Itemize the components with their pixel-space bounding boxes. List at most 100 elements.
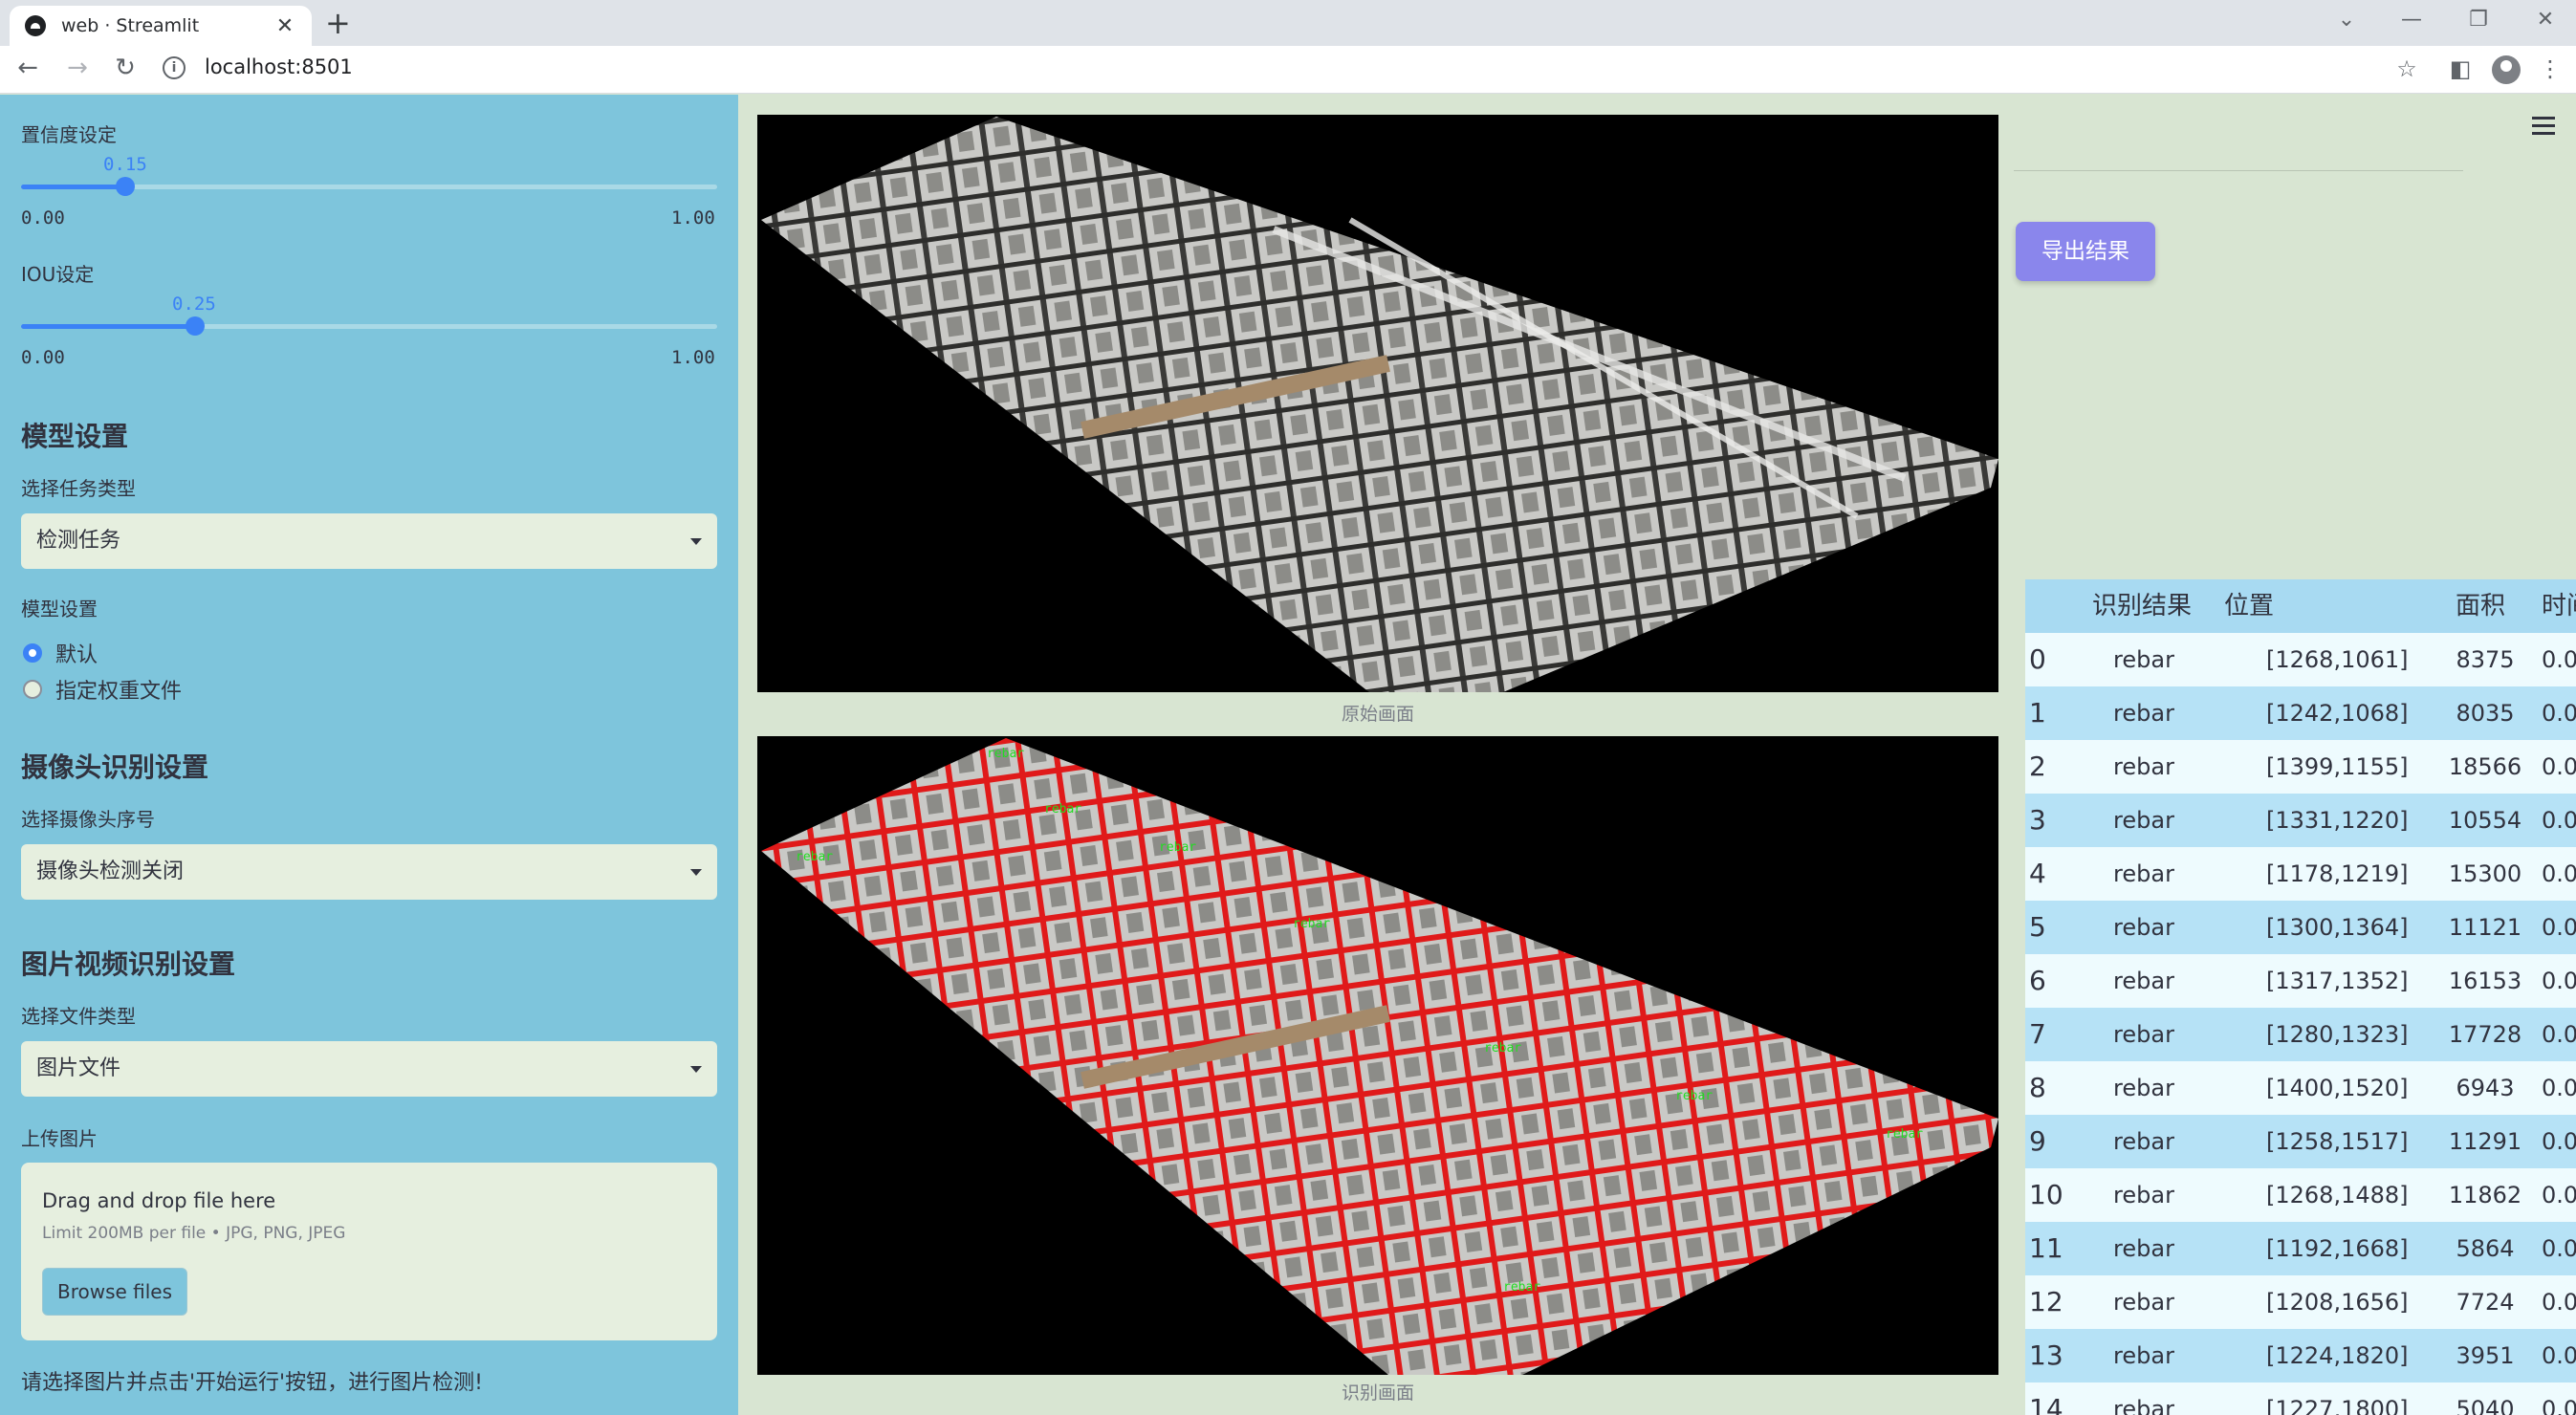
row-area: 17728 xyxy=(2448,1021,2522,1048)
minimize-icon[interactable]: — xyxy=(2392,8,2431,32)
header-index xyxy=(2025,579,2077,633)
row-result: rebar xyxy=(2113,1021,2174,1048)
iou-slider-thumb[interactable] xyxy=(186,316,205,336)
iou-slider[interactable] xyxy=(21,316,717,336)
row-time: 0.04 xyxy=(2542,700,2576,727)
detection-label: rebar xyxy=(1503,1280,1540,1295)
row-area: 5040 xyxy=(2456,1396,2515,1415)
table-row[interactable]: 8rebar[1400,1520]69430.01 xyxy=(2025,1061,2576,1115)
radio-default[interactable]: 默认 xyxy=(23,638,98,668)
row-index: 1 xyxy=(2029,697,2046,729)
row-result: rebar xyxy=(2113,753,2174,780)
new-tab-icon[interactable]: + xyxy=(325,6,351,40)
window-close-icon[interactable]: ✕ xyxy=(2526,8,2565,32)
table-row[interactable]: 9rebar[1258,1517]112910.02 xyxy=(2025,1115,2576,1168)
row-area: 15300 xyxy=(2448,860,2522,887)
table-row[interactable]: 12rebar[1208,1656]77240.01 xyxy=(2025,1275,2576,1329)
row-index: 12 xyxy=(2029,1286,2063,1317)
tab-search-chevron-icon[interactable]: ⌄ xyxy=(2327,8,2366,32)
task-type-select[interactable]: 检测任务 xyxy=(21,513,717,569)
table-row[interactable]: 13rebar[1224,1820]39510.01 xyxy=(2025,1329,2576,1382)
header-area[interactable]: 面积 xyxy=(2442,579,2528,633)
table-row[interactable]: 3rebar[1331,1220]105540.05 xyxy=(2025,794,2576,847)
row-index: 7 xyxy=(2029,1018,2046,1050)
menu-icon[interactable]: ⋮ xyxy=(2534,55,2566,82)
info-icon[interactable]: i xyxy=(163,56,186,79)
row-index: 9 xyxy=(2029,1125,2046,1157)
file-type-select[interactable]: 图片文件 xyxy=(21,1041,717,1097)
row-time: 0.02 xyxy=(2542,914,2576,941)
task-type-value: 检测任务 xyxy=(36,529,121,553)
chevron-down-icon xyxy=(690,538,702,545)
export-results-button[interactable]: 导出结果 xyxy=(2016,222,2155,281)
table-row[interactable]: 5rebar[1300,1364]111210.02 xyxy=(2025,901,2576,954)
confidence-slider[interactable] xyxy=(21,177,717,196)
row-area: 18566 xyxy=(2448,753,2522,780)
streamlit-favicon-icon xyxy=(25,15,46,36)
upload-title: Drag and drop file here xyxy=(42,1189,276,1212)
table-row[interactable]: 6rebar[1317,1352]161530.02 xyxy=(2025,954,2576,1008)
profile-icon[interactable] xyxy=(2492,55,2521,84)
row-area: 11291 xyxy=(2448,1128,2522,1155)
iou-value: 0.25 xyxy=(172,294,216,315)
camera-section-heading: 摄像头识别设置 xyxy=(21,751,209,783)
row-result: rebar xyxy=(2113,807,2174,834)
detection-label: rebar xyxy=(1484,1041,1521,1056)
row-time: 0.04 xyxy=(2542,1182,2576,1208)
close-tab-icon[interactable]: ✕ xyxy=(273,14,296,38)
radio-unselected-icon xyxy=(23,680,42,699)
address-bar: ← → ↻ i localhost:8501 ☆ ◧ ⋮ xyxy=(0,46,2576,94)
table-row[interactable]: 10rebar[1268,1488]118620.04 xyxy=(2025,1168,2576,1222)
back-arrow-icon[interactable]: ← xyxy=(11,54,44,82)
hamburger-menu-icon[interactable] xyxy=(2532,117,2555,140)
row-result: rebar xyxy=(2113,914,2174,941)
row-area: 3951 xyxy=(2456,1342,2515,1369)
iou-min: 0.00 xyxy=(21,347,65,368)
table-row[interactable]: 0rebar[1268,1061]83750.05 xyxy=(2025,633,2576,686)
row-time: 0.04 xyxy=(2542,1396,2576,1415)
results-table[interactable]: 识别结果 位置 面积 时间 0rebar[1268,1061]83750.051… xyxy=(2025,579,2576,1415)
row-result: rebar xyxy=(2113,1182,2174,1208)
row-area: 16153 xyxy=(2448,968,2522,994)
header-time[interactable]: 时间 xyxy=(2528,579,2576,633)
row-area: 8035 xyxy=(2456,700,2515,727)
detection-label: rebar xyxy=(1886,1127,1923,1142)
row-time: 0.01 xyxy=(2542,1235,2576,1262)
row-time: 0.04 xyxy=(2542,753,2576,780)
table-row[interactable]: 7rebar[1280,1323]177280.05 xyxy=(2025,1008,2576,1061)
camera-select[interactable]: 摄像头检测关闭 xyxy=(21,844,717,900)
row-time: 0.02 xyxy=(2542,1128,2576,1155)
restore-icon[interactable]: ❐ xyxy=(2459,8,2498,32)
header-result[interactable]: 识别结果 xyxy=(2077,579,2220,633)
result-image: rebar rebar rebar rebar rebar rebar reba… xyxy=(757,736,1998,1375)
confidence-slider-thumb[interactable] xyxy=(116,177,136,196)
row-time: 0.01 xyxy=(2542,1289,2576,1316)
iou-max: 1.00 xyxy=(671,347,715,368)
camera-value: 摄像头检测关闭 xyxy=(36,860,185,883)
browse-files-button[interactable]: Browse files xyxy=(42,1268,187,1316)
forward-arrow-icon[interactable]: → xyxy=(61,54,94,82)
chevron-down-icon xyxy=(690,869,702,876)
table-row[interactable]: 2rebar[1399,1155]185660.04 xyxy=(2025,740,2576,794)
table-row[interactable]: 1rebar[1242,1068]80350.04 xyxy=(2025,686,2576,740)
row-area: 11121 xyxy=(2448,914,2522,941)
detection-label: rebar xyxy=(1675,1089,1713,1103)
row-index: 5 xyxy=(2029,911,2046,943)
star-icon[interactable]: ☆ xyxy=(2390,55,2423,82)
browser-tab[interactable]: web · Streamlit ✕ xyxy=(10,6,312,46)
radio-custom-weights[interactable]: 指定权重文件 xyxy=(23,674,182,705)
reload-icon[interactable]: ↻ xyxy=(109,54,142,82)
table-row[interactable]: 14rebar[1227,1800]50400.04 xyxy=(2025,1382,2576,1415)
detection-label: rebar xyxy=(1159,840,1196,855)
table-row[interactable]: 11rebar[1192,1668]58640.01 xyxy=(2025,1222,2576,1275)
confidence-max: 1.00 xyxy=(671,207,715,229)
row-time: 0.01 xyxy=(2542,1075,2576,1101)
browser-tab-bar: web · Streamlit ✕ + ⌄ — ❐ ✕ xyxy=(0,0,2576,46)
side-panel-icon[interactable]: ◧ xyxy=(2444,55,2477,82)
url-field[interactable]: localhost:8501 xyxy=(205,55,353,78)
file-uploader-dropzone[interactable]: Drag and drop file here Limit 200MB per … xyxy=(21,1163,717,1340)
row-index: 4 xyxy=(2029,858,2046,889)
upload-limit: Limit 200MB per file • JPG, PNG, JPEG xyxy=(42,1224,346,1243)
radio-custom-label: 指定权重文件 xyxy=(55,680,183,704)
table-row[interactable]: 4rebar[1178,1219]153000.02 xyxy=(2025,847,2576,901)
